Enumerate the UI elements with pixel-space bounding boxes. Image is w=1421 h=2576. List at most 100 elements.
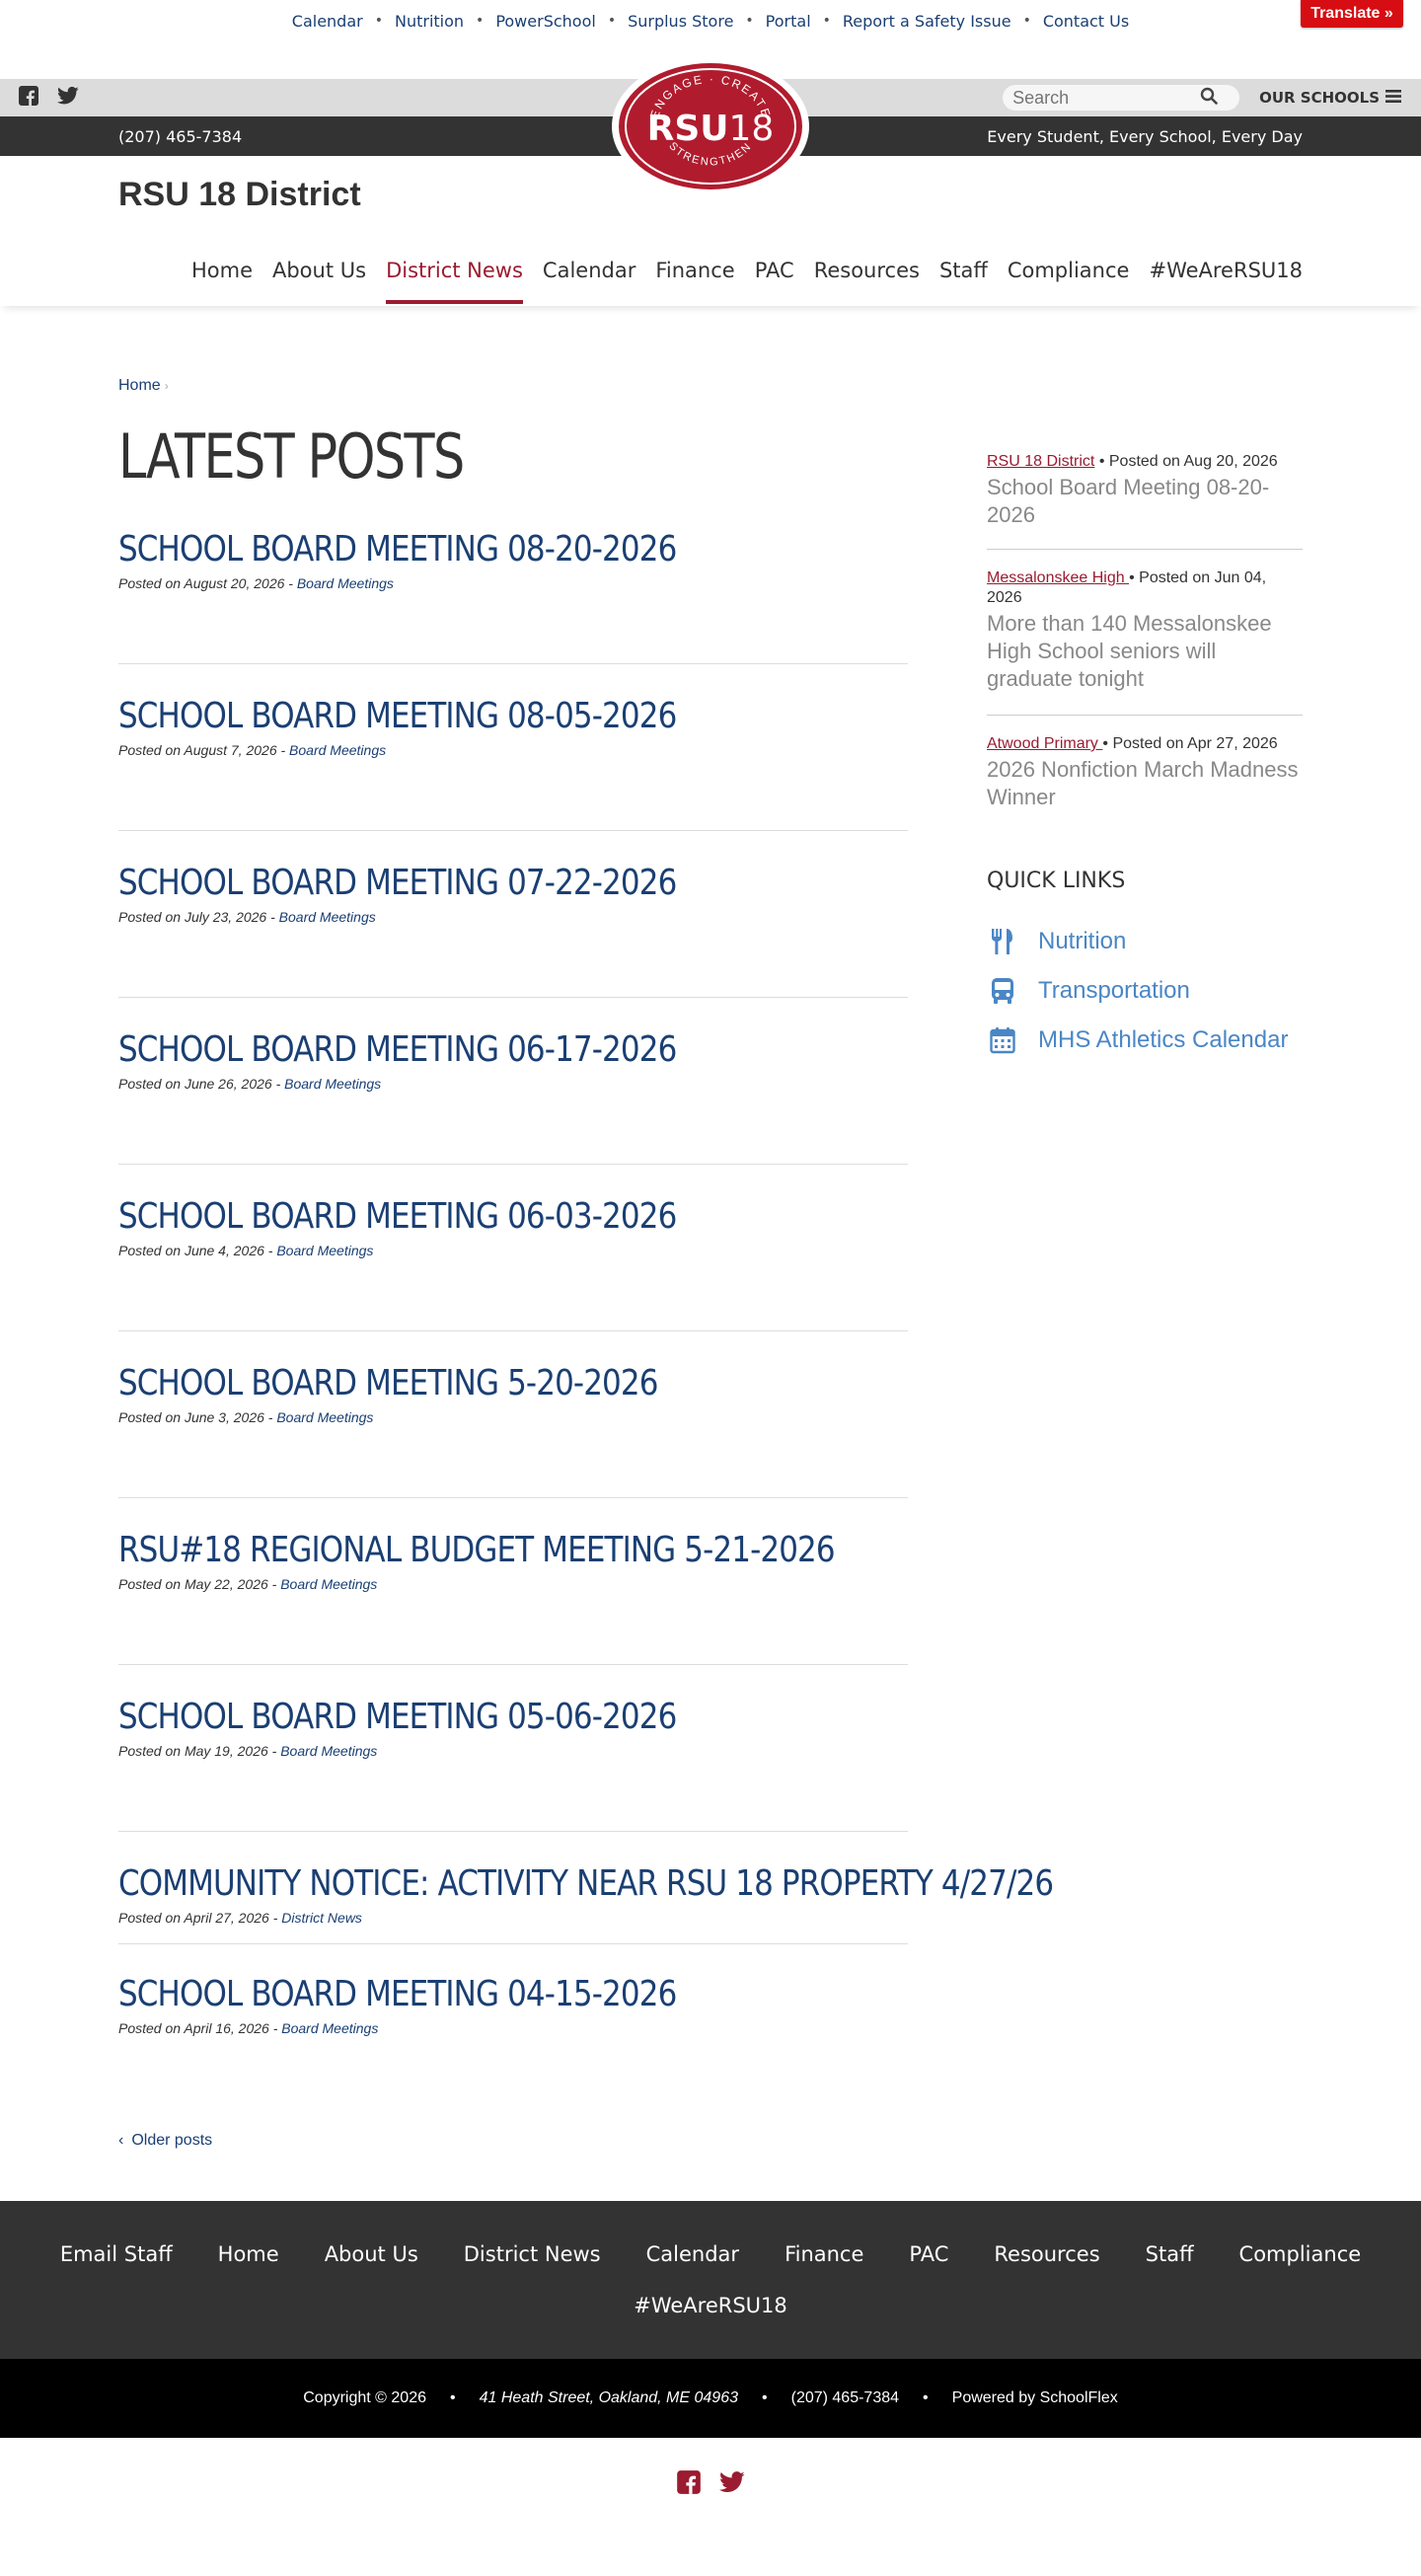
post-category[interactable]: Board Meetings [289, 742, 386, 758]
post-category[interactable]: District News [281, 1910, 362, 1926]
footer-phone[interactable]: (207) 465-7384 [791, 2389, 899, 2407]
nav-finance[interactable]: Finance [655, 259, 734, 304]
logo-main-text: RSU [647, 109, 729, 149]
post-title[interactable]: SCHOOL BOARD MEETING 5-20-2026 [118, 1363, 797, 1403]
utility-link-calendar[interactable]: Calendar [292, 12, 363, 31]
post-title[interactable]: RSU#18 REGIONAL BUDGET MEETING 5-21-2026 [118, 1530, 836, 1570]
post-divider [118, 830, 908, 831]
recent-post-date: Posted on Aug 20, 2026 [1108, 453, 1278, 470]
post-item: SCHOOL BOARD MEETING 07-22-2026 Posted o… [118, 863, 908, 925]
quick-link-label: Nutrition [1038, 928, 1127, 954]
quick-link-athletics-calendar[interactable]: MHS Athletics Calendar [987, 1024, 1288, 1056]
utensils-icon [987, 926, 1018, 957]
footer-social [0, 2438, 1421, 2531]
post-item: SCHOOL BOARD MEETING 06-17-2026 Posted o… [118, 1029, 908, 1092]
post-item: SCHOOL BOARD MEETING 05-06-2026 Posted o… [118, 1697, 908, 1759]
our-schools-button[interactable]: OUR SCHOOLS [1259, 89, 1401, 107]
powered-by[interactable]: Powered by SchoolFlex [952, 2389, 1118, 2407]
nav-home[interactable]: Home [191, 259, 253, 304]
post-date: Posted on August 20, 2026 - [118, 575, 297, 591]
post-category[interactable]: Board Meetings [297, 575, 394, 591]
breadcrumb-home[interactable]: Home [118, 377, 161, 394]
post-category[interactable]: Board Meetings [276, 1409, 373, 1425]
footer-link-finance[interactable]: Finance [785, 2242, 863, 2266]
utility-link-nutrition[interactable]: Nutrition [395, 12, 464, 31]
nav-compliance[interactable]: Compliance [1008, 259, 1130, 304]
site-title[interactable]: RSU 18 District [118, 176, 361, 214]
footer-link-home[interactable]: Home [218, 2242, 279, 2266]
utility-bar: Calendar • Nutrition • PowerSchool • Sur… [0, 0, 1421, 43]
recent-post: RSU 18 District • Posted on Aug 20, 2026… [987, 452, 1303, 529]
footer-link-district-news[interactable]: District News [464, 2242, 601, 2266]
utility-link-powerschool[interactable]: PowerSchool [495, 12, 596, 31]
utility-link-surplus-store[interactable]: Surplus Store [628, 12, 733, 31]
recent-post-school[interactable]: RSU 18 District [987, 453, 1094, 470]
post-divider [118, 1497, 908, 1498]
footer-link-wearersu18[interactable]: #WeAreRSU18 [634, 2294, 787, 2317]
post-item: SCHOOL BOARD MEETING 08-05-2026 Posted o… [118, 696, 908, 758]
footer-address[interactable]: 41 Heath Street, Oakland, ME 04963 [480, 2389, 738, 2407]
utility-separator: • [822, 13, 831, 29]
contact-phone[interactable]: (207) 465-7384 [118, 127, 242, 146]
nav-district-news[interactable]: District News [386, 259, 523, 304]
utility-link-contact[interactable]: Contact Us [1043, 12, 1129, 31]
post-divider [118, 997, 908, 998]
footer-link-staff[interactable]: Staff [1146, 2242, 1194, 2266]
post-title[interactable]: SCHOOL BOARD MEETING 08-05-2026 [118, 696, 797, 736]
nav-staff[interactable]: Staff [939, 259, 988, 304]
post-meta: Posted on August 20, 2026 - Board Meetin… [118, 575, 908, 591]
footer-link-pac[interactable]: PAC [909, 2242, 948, 2266]
footer-link-about-us[interactable]: About Us [325, 2242, 418, 2266]
post-meta: Posted on May 19, 2026 - Board Meetings [118, 1743, 908, 1759]
post-category[interactable]: Board Meetings [280, 1743, 377, 1759]
twitter-icon[interactable] [57, 86, 79, 111]
nav-pac[interactable]: PAC [755, 259, 794, 304]
footer-link-calendar[interactable]: Calendar [646, 2242, 739, 2266]
our-schools-label: OUR SCHOOLS [1259, 89, 1380, 107]
copyright-separator: • [450, 2389, 456, 2406]
facebook-icon[interactable] [676, 2469, 702, 2500]
post-title[interactable]: SCHOOL BOARD MEETING 08-20-2026 [118, 529, 797, 569]
footer-link-email-staff[interactable]: Email Staff [60, 2242, 173, 2266]
nav-resources[interactable]: Resources [814, 259, 920, 304]
footer-link-compliance[interactable]: Compliance [1239, 2242, 1362, 2266]
utility-links: Calendar • Nutrition • PowerSchool • Sur… [292, 12, 1129, 31]
post-title[interactable]: SCHOOL BOARD MEETING 04-15-2026 [118, 1974, 797, 2014]
recent-post-title[interactable]: More than 140 Messalonskee High School s… [987, 610, 1303, 693]
quick-link-transportation[interactable]: Transportation [987, 975, 1190, 1007]
nav-wearersu18[interactable]: #WeAreRSU18 [1149, 259, 1303, 304]
recent-post-school[interactable]: Messalonskee High [987, 569, 1129, 586]
nav-calendar[interactable]: Calendar [543, 259, 636, 304]
utility-separator: • [374, 13, 383, 29]
post-category[interactable]: Board Meetings [284, 1076, 381, 1092]
post-divider [118, 1943, 908, 1944]
post-category[interactable]: Board Meetings [280, 1576, 377, 1592]
post-category[interactable]: Board Meetings [276, 1243, 373, 1258]
facebook-icon[interactable] [18, 85, 39, 112]
quick-link-nutrition[interactable]: Nutrition [987, 926, 1126, 957]
post-category[interactable]: Board Meetings [281, 2020, 378, 2036]
post-item: SCHOOL BOARD MEETING 04-15-2026 Posted o… [118, 1974, 908, 2036]
post-title[interactable]: COMMUNITY NOTICE: ACTIVITY NEAR RSU 18 P… [118, 1863, 1054, 1904]
search-icon[interactable] [1200, 87, 1218, 110]
post-divider [118, 1330, 908, 1331]
twitter-icon[interactable] [719, 2470, 745, 2498]
search-input[interactable] [1012, 87, 1201, 109]
post-title[interactable]: SCHOOL BOARD MEETING 06-17-2026 [118, 1029, 797, 1070]
older-posts-link[interactable]: ‹ Older posts [118, 2132, 212, 2150]
recent-post-dot: • [1098, 453, 1105, 470]
post-category[interactable]: Board Meetings [279, 909, 376, 925]
post-title[interactable]: SCHOOL BOARD MEETING 07-22-2026 [118, 863, 797, 903]
utility-link-safety[interactable]: Report a Safety Issue [843, 12, 1011, 31]
recent-post-title[interactable]: 2026 Nonfiction March Madness Winner [987, 756, 1303, 811]
post-meta: Posted on June 3, 2026 - Board Meetings [118, 1409, 908, 1425]
recent-post-meta: Atwood Primary • Posted on Apr 27, 2026 [987, 734, 1303, 754]
post-title[interactable]: SCHOOL BOARD MEETING 06-03-2026 [118, 1196, 797, 1237]
translate-button[interactable]: Translate » [1301, 0, 1403, 28]
recent-post-school[interactable]: Atwood Primary [987, 735, 1102, 752]
footer-link-resources[interactable]: Resources [994, 2242, 1099, 2266]
post-title[interactable]: SCHOOL BOARD MEETING 05-06-2026 [118, 1697, 797, 1737]
nav-about-us[interactable]: About Us [272, 259, 366, 304]
utility-link-portal[interactable]: Portal [766, 12, 811, 31]
recent-post-title[interactable]: School Board Meeting 08-20-2026 [987, 474, 1303, 529]
